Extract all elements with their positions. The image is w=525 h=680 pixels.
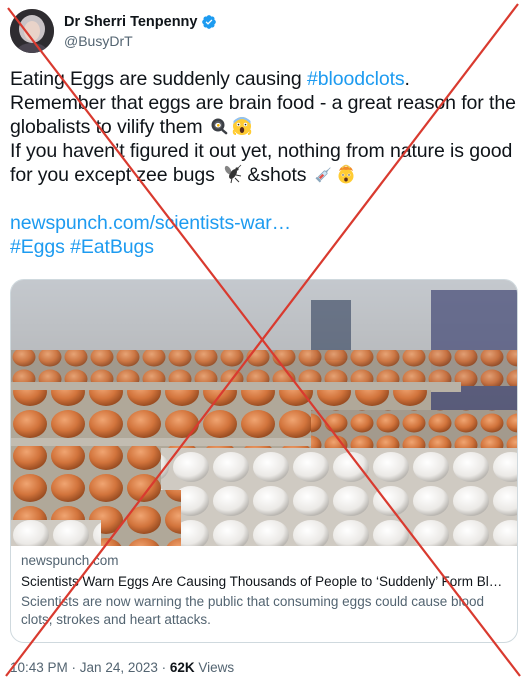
footer-separator: · <box>157 660 170 675</box>
name-row: Dr Sherri Tenpenny <box>64 13 217 31</box>
views-count: 62K <box>169 660 195 675</box>
tweet-text-segment: Eating Eggs are suddenly causing <box>10 68 307 90</box>
tweet-time[interactable]: 10:43 PM <box>10 660 68 675</box>
tweet-text-segment: . <box>404 68 410 90</box>
tweet: Dr Sherri Tenpenny @BusyDrT Eating Eggs … <box>0 0 525 680</box>
screaming-face-emoji <box>232 116 252 136</box>
exploding-head-emoji <box>336 164 356 184</box>
card-meta: newspunch.com Scientists Warn Eggs Are C… <box>21 552 511 629</box>
handle[interactable]: @BusyDrT <box>64 32 217 50</box>
avatar-photo <box>10 9 54 53</box>
hashtag-bloodclots-link[interactable]: #bloodclots <box>307 68 405 90</box>
hashtag-eggs-link[interactable]: #Eggs <box>10 236 65 258</box>
footer-separator: · <box>67 660 80 675</box>
avatar[interactable] <box>10 9 54 53</box>
tweet-line-hashtags: #Eggs #EatBugs <box>10 235 520 259</box>
tweet-text-segment: &shots <box>242 164 312 186</box>
tweet-text-segment: Remember that eggs are brain food - a gr… <box>10 92 516 138</box>
eggs-in-trays-photo <box>11 280 517 546</box>
tweet-line-2: Remember that eggs are brain food - a gr… <box>10 91 520 139</box>
verified-badge-icon <box>201 14 217 30</box>
tweet-line-3: If you haven’t figured it out yet, nothi… <box>10 139 520 187</box>
author-block: Dr Sherri Tenpenny @BusyDrT <box>64 13 217 50</box>
link-preview-card[interactable]: newspunch.com Scientists Warn Eggs Are C… <box>10 279 518 643</box>
display-name[interactable]: Dr Sherri Tenpenny <box>64 13 197 31</box>
tweet-header: Dr Sherri Tenpenny @BusyDrT <box>10 9 217 53</box>
tweet-date[interactable]: Jan 24, 2023 <box>80 660 158 675</box>
hashtag-eatbugs-link[interactable]: #EatBugs <box>70 236 154 258</box>
article-url-link[interactable]: newspunch.com/scientists-war… <box>10 212 291 234</box>
card-domain: newspunch.com <box>21 553 119 568</box>
views-label: Views <box>194 660 235 675</box>
tweet-line-url: newspunch.com/scientists-war… <box>10 211 520 235</box>
card-title: Scientists Warn Eggs Are Causing Thousan… <box>21 574 503 589</box>
mosquito-emoji <box>222 164 242 184</box>
card-description: Scientists are now warning the public th… <box>21 594 485 627</box>
tweet-footer: 10:43 PM · Jan 24, 2023 · 62K Views <box>10 659 234 677</box>
tweet-text: Eating Eggs are suddenly causing #bloodc… <box>10 67 520 259</box>
frying-pan-emoji <box>210 116 230 136</box>
syringe-emoji <box>314 164 334 184</box>
tweet-line-1: Eating Eggs are suddenly causing #bloodc… <box>10 67 520 91</box>
